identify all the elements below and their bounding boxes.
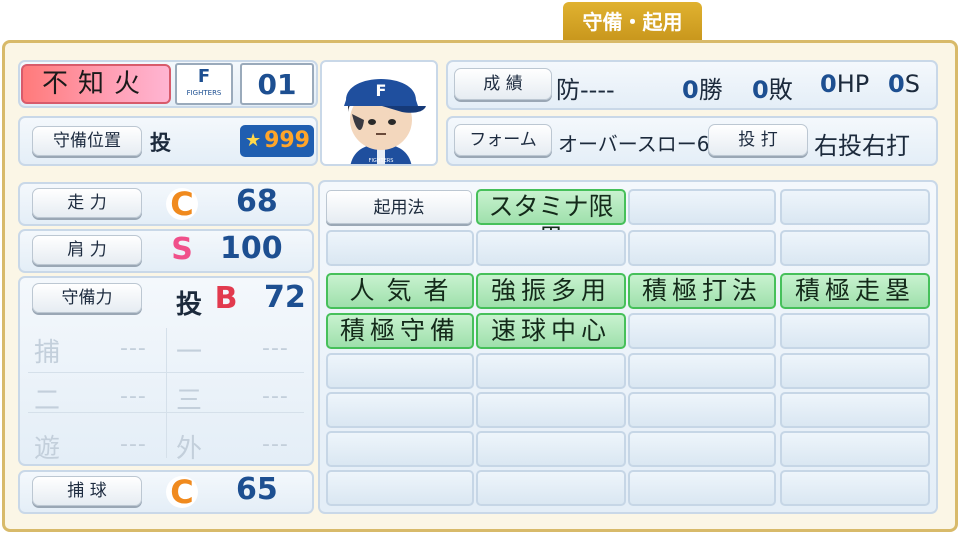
skill-cell[interactable]: 積極守備 [326, 313, 474, 349]
speed-grade: C [166, 188, 198, 220]
skill-cell-empty [476, 353, 626, 389]
position-value: --- [262, 336, 289, 361]
speed-value: 68 [236, 184, 278, 219]
skill-cell[interactable]: スタミナ限界 [476, 189, 626, 253]
skill-cell-empty [476, 470, 626, 506]
skill-cell-empty [780, 470, 930, 506]
uniform-number: 01 [240, 63, 314, 105]
position-name: 捕 [34, 338, 61, 368]
rank-value: 999 [264, 128, 310, 153]
position-value: --- [120, 336, 147, 361]
position-value: --- [262, 432, 289, 457]
record-label-button[interactable]: 成 績 [454, 68, 552, 100]
skill-cell-empty [326, 470, 474, 506]
avatar-illustration: F FIGHTERS [344, 79, 426, 164]
position-name: 一 [176, 338, 203, 368]
position-value: --- [120, 432, 147, 457]
position-value: --- [262, 384, 289, 409]
cap-letter: F [376, 81, 387, 100]
record-saves: 0S [888, 70, 920, 98]
form-value: オーバースロー66 [558, 132, 723, 156]
skill-cell-empty [780, 431, 930, 467]
skill-cell-empty [780, 392, 930, 428]
skill-cell-empty [780, 189, 930, 225]
star-icon: ★ [245, 130, 262, 151]
skill-cell-empty [326, 392, 474, 428]
jersey-text: FIGHTERS [369, 158, 394, 164]
position-value: 投 [150, 131, 171, 155]
bat-label-button[interactable]: 投 打 [708, 124, 808, 156]
arm-label-button[interactable]: 肩 力 [32, 235, 142, 265]
position-value: --- [120, 384, 147, 409]
arm-grade: S [171, 232, 193, 267]
skill-cell[interactable]: 速球中心 [476, 313, 626, 349]
skill-cell-empty [326, 353, 474, 389]
tab-defense-usage[interactable]: 守備・起用 [563, 2, 702, 42]
record-era: 防---- [556, 76, 615, 104]
team-logo-text: FIGHTERS [186, 89, 222, 97]
position-name: 二 [34, 386, 61, 416]
skill-cell[interactable]: 人 気 者 [326, 273, 474, 309]
record-losses: 0敗 [752, 76, 793, 104]
form-label-button[interactable]: フォーム [454, 124, 552, 156]
defense-grade: B [214, 281, 238, 316]
skill-cell-empty [628, 431, 776, 467]
skill-cell-empty [628, 392, 776, 428]
record-holdpoints: 0HP [820, 70, 870, 98]
defense-position: 投 [176, 290, 203, 320]
skill-cell-empty [476, 392, 626, 428]
catching-value: 65 [236, 472, 278, 507]
record-wins: 0勝 [682, 76, 723, 104]
skill-cell-empty [628, 353, 776, 389]
skill-cell-empty [476, 431, 626, 467]
position-label-button[interactable]: 守備位置 [32, 126, 142, 156]
skill-cell-empty [628, 313, 776, 349]
speed-label-button[interactable]: 走 力 [32, 188, 142, 218]
skill-cell-empty [780, 230, 930, 266]
usage-header-button[interactable]: 起用法 [326, 190, 472, 224]
position-divider [166, 328, 167, 458]
skill-cell[interactable]: 強振多用 [476, 273, 626, 309]
skill-cell-empty [628, 470, 776, 506]
position-name: 三 [176, 386, 203, 416]
player-name: 不知火 [21, 64, 171, 104]
defense-value: 72 [264, 280, 306, 315]
skill-cell-empty [628, 189, 776, 225]
skill-cell-empty [476, 230, 626, 266]
skill-cell-empty [628, 230, 776, 266]
skill-cell-empty [326, 431, 474, 467]
position-name: 外 [176, 434, 203, 464]
bat-value: 右投右打 [814, 132, 910, 160]
skill-cell[interactable]: 積極走塁 [780, 273, 930, 309]
defense-label-button[interactable]: 守備力 [32, 283, 142, 313]
position-name: 遊 [34, 434, 61, 464]
team-logo: F FIGHTERS [175, 63, 233, 105]
skill-cell-empty [780, 353, 930, 389]
skill-cell[interactable]: 積極打法 [628, 273, 776, 309]
catching-grade: C [166, 476, 198, 508]
team-logo-mark: F [197, 66, 211, 87]
player-avatar: F FIGHTERS [320, 60, 438, 166]
catching-label-button[interactable]: 捕 球 [32, 476, 142, 506]
skill-cell-empty [780, 313, 930, 349]
overall-rank-badge: ★ 999 [240, 125, 314, 157]
arm-value: 100 [220, 231, 283, 266]
skill-cell-empty [326, 230, 474, 266]
